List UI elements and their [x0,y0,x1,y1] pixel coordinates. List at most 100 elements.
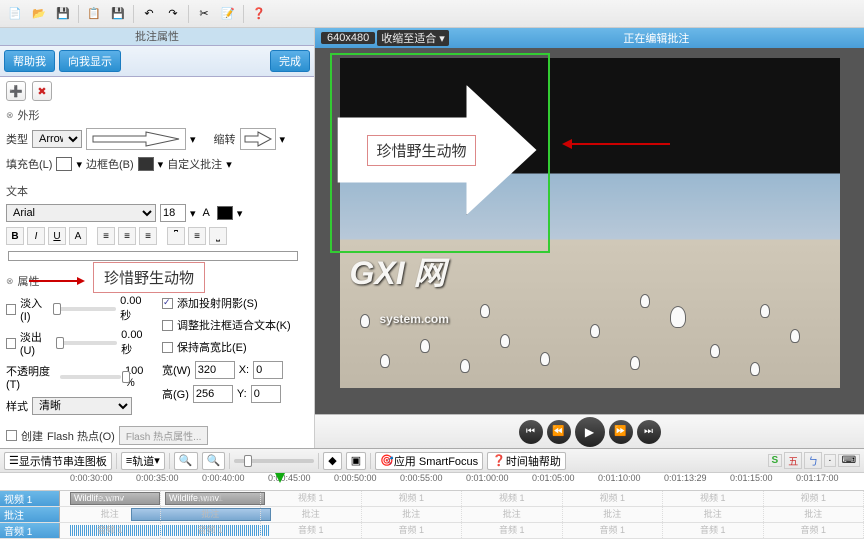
x-input[interactable] [253,361,283,379]
zoom-out-icon[interactable]: 🔍 [202,452,226,470]
align-left-button[interactable]: ≡ [97,227,115,245]
add-icon[interactable]: ➕ [6,81,26,101]
fade-in-checkbox[interactable] [6,304,16,315]
show-me-button[interactable]: 向我显示 [59,50,121,72]
delete-icon[interactable]: ✖ [32,81,52,101]
type-select[interactable]: Arrow [32,130,82,148]
collapse-icon[interactable]: ⊗ [6,276,14,287]
cut-icon[interactable]: ✂ [193,3,215,25]
ruler-tick: 0:00:35:00 [136,473,179,483]
zoom-mode-select[interactable]: 收缩至适合 ▾ [377,30,449,46]
smartfocus-button[interactable]: 🎯 应用 SmartFocus [375,452,483,470]
text-editor[interactable]: 珍惜野生动物 [8,251,298,261]
rotate-preview[interactable] [240,128,276,150]
aspect-checkbox[interactable] [162,342,173,353]
fade-in-slider[interactable] [53,307,116,311]
preview-canvas[interactable]: 珍惜野生动物 GXI 网system.com [315,48,864,414]
font-grow-icon[interactable]: A [203,207,210,219]
callout-shape[interactable]: 珍惜野生动物 [337,85,537,215]
flash-props-button[interactable]: Flash 热点属性... [119,426,209,445]
shadow-checkbox[interactable] [162,298,173,309]
dropdown-icon[interactable]: ▾ [226,158,232,171]
track-label-audio[interactable]: 音频 1 [0,523,60,538]
help-button[interactable]: 帮助我 [4,50,55,72]
open-folder-icon[interactable]: 📂 [28,3,50,25]
x-label: X: [239,364,249,376]
valign-top-button[interactable]: ⎴ [167,227,185,245]
panel-title: 批注属性 [0,28,314,46]
storyboard-toggle[interactable]: ☰ 显示情节串连图板 [4,452,112,470]
bold-button[interactable]: B [6,227,24,245]
dropdown-icon[interactable]: ▾ [280,133,286,146]
align-right-button[interactable]: ≡ [139,227,157,245]
zoom-slider[interactable] [234,459,314,463]
valign-middle-button[interactable]: ≡ [188,227,206,245]
prev-frame-button[interactable]: ⏪ [547,420,571,444]
arrow-annotation [570,143,670,145]
watermark: GXI 网system.com [350,248,449,331]
ruler-tick: 0:01:10:00 [598,473,641,483]
flash-checkbox[interactable] [6,430,17,441]
timeline-ruler[interactable]: 0:00:30:000:00:35:000:00:40:000:00:45:00… [0,473,864,491]
fade-out-label: 淡出(U) [20,329,52,357]
undo-icon[interactable]: ↶ [138,3,160,25]
font-color-button[interactable]: A [69,227,87,245]
fade-in-label: 淡入(I) [20,295,49,323]
fade-out-slider[interactable] [56,341,117,345]
section-shape: 外形 [18,107,40,123]
zoom-indicator[interactable]: 640x480 [321,32,375,44]
valign-bottom-button[interactable]: ⎵ [209,227,227,245]
ruler-tick: 0:01:00:00 [466,473,509,483]
settings-icon[interactable]: 📝 [217,3,239,25]
play-button[interactable]: ▶ [575,417,605,447]
save-as-icon[interactable]: 💾 [107,3,129,25]
callout-selection[interactable]: 珍惜野生动物 [330,53,550,253]
dropdown-icon[interactable]: ▾ [190,207,196,220]
aspect-label: 保持高宽比(E) [177,339,247,355]
done-button[interactable]: 完成 [270,50,310,72]
height-label: 高(G) [162,386,189,402]
resize-checkbox[interactable] [162,320,173,331]
last-frame-button[interactable]: ⏭ [637,420,661,444]
copy-icon[interactable]: 📋 [83,3,105,25]
y-label: Y: [237,388,247,400]
shape-preview[interactable] [86,128,186,150]
font-size-input[interactable] [160,204,186,222]
editor-text[interactable]: 珍惜野生动物 [93,262,205,293]
redo-icon[interactable]: ↷ [162,3,184,25]
dropdown-icon[interactable]: ▾ [190,133,196,146]
ruler-tick: 0:00:50:00 [334,473,377,483]
help-icon[interactable]: ❓ [248,3,270,25]
new-file-icon[interactable]: 📄 [4,3,26,25]
track-label-callout[interactable]: 批注 [0,507,60,522]
fade-out-checkbox[interactable] [6,338,16,349]
tracks-button[interactable]: ≡ 轨道 ▾ [121,452,165,470]
style-label: 样式 [6,398,28,414]
opacity-slider[interactable] [60,375,121,379]
dropdown-icon[interactable]: ▾ [237,207,243,220]
first-frame-button[interactable]: ⏮ [519,420,543,444]
italic-button[interactable]: I [27,227,45,245]
y-input[interactable] [251,385,281,403]
dropdown-icon[interactable]: ▾ [76,158,82,171]
track-label-video[interactable]: 视频 1 [0,491,60,506]
zoom-in-icon[interactable]: 🔍 [174,452,198,470]
fill-color-swatch[interactable] [56,157,72,171]
tool-icon[interactable]: ◆ [323,452,341,470]
align-center-button[interactable]: ≡ [118,227,136,245]
border-color-swatch[interactable] [138,157,154,171]
text-color-swatch[interactable] [217,206,233,220]
underline-button[interactable]: U [48,227,66,245]
dropdown-icon[interactable]: ▾ [158,158,164,171]
tool-icon[interactable]: ▣ [346,452,366,470]
next-frame-button[interactable]: ⏩ [609,420,633,444]
width-input[interactable] [195,361,235,379]
font-select[interactable]: Arial [6,204,156,222]
timeline-help-button[interactable]: ❓ 时间轴帮助 [487,452,566,470]
save-icon[interactable]: 💾 [52,3,74,25]
shadow-label: 添加投射阴影(S) [177,295,258,311]
fade-in-value: 0.00 秒 [120,295,152,323]
style-select[interactable]: 清晰 [32,397,132,415]
height-input[interactable] [193,385,233,403]
collapse-icon[interactable]: ⊗ [6,110,14,121]
